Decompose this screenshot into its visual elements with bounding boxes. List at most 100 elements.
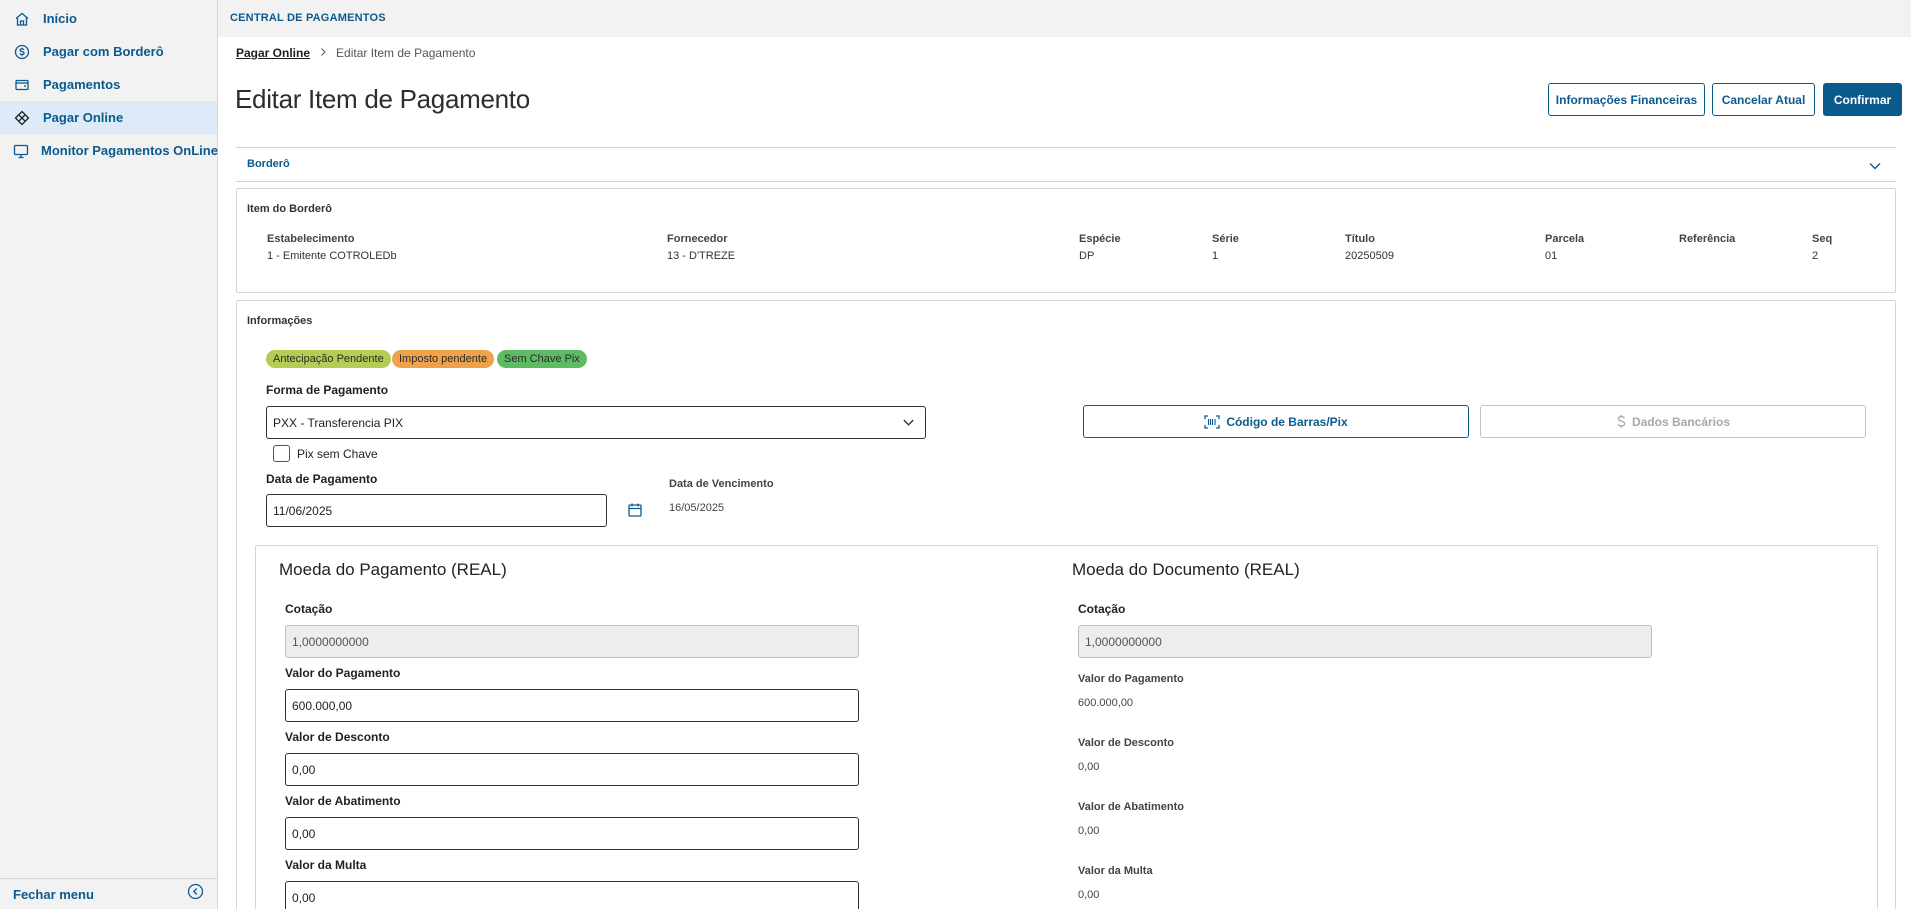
sidebar-item-pagamentos[interactable]: Pagamentos bbox=[0, 68, 217, 101]
valor-multa-value: 0,00 bbox=[292, 890, 316, 905]
sidebar-item-monitor-pagamentos[interactable]: Monitor Pagamentos OnLine bbox=[0, 134, 218, 167]
valor-desconto-label: Valor de Desconto bbox=[285, 730, 390, 744]
doc-valor-desconto-value: 0,00 bbox=[1078, 761, 1100, 773]
app-title: CENTRAL DE PAGAMENTOS bbox=[230, 12, 386, 24]
codigo-barras-pix-button[interactable]: Código de Barras/Pix bbox=[1083, 405, 1469, 438]
valor-multa-label: Valor da Multa bbox=[285, 858, 367, 872]
status-badge-imposto: Imposto pendente bbox=[392, 350, 495, 368]
cancel-current-button[interactable]: Cancelar Atual bbox=[1712, 83, 1815, 116]
cotacao-documento-value: 1,0000000000 bbox=[1085, 634, 1162, 649]
pix-icon bbox=[13, 109, 31, 127]
valor-abatimento-value: 0,00 bbox=[292, 826, 316, 841]
confirm-button[interactable]: Confirmar bbox=[1823, 83, 1902, 116]
forma-pagamento-label: Forma de Pagamento bbox=[266, 383, 389, 397]
sidebar-item-label: Pagar Online bbox=[43, 110, 124, 125]
calendar-icon[interactable] bbox=[627, 502, 643, 523]
column-header: Seq bbox=[1812, 233, 1833, 245]
column-value: 20250509 bbox=[1345, 250, 1394, 262]
bordero-accordion[interactable]: Borderô bbox=[236, 147, 1896, 182]
chevron-left-circle-icon bbox=[187, 883, 204, 905]
cotacao-pagamento-input: 1,0000000000 bbox=[285, 625, 859, 658]
sidebar-item-label: Pagar com Borderô bbox=[43, 44, 164, 59]
data-pagamento-value: 11/06/2025 bbox=[273, 503, 333, 518]
valor-desconto-value: 0,00 bbox=[292, 762, 316, 777]
data-pagamento-label: Data de Pagamento bbox=[266, 472, 378, 486]
column-header: Espécie bbox=[1079, 233, 1121, 245]
column-value: 2 bbox=[1812, 250, 1819, 262]
valor-abatimento-input[interactable]: 0,00 bbox=[285, 817, 859, 850]
breadcrumb-link-pagar-online[interactable]: Pagar Online bbox=[236, 46, 310, 60]
doc-valor-abatimento-value: 0,00 bbox=[1078, 825, 1100, 837]
dollar-icon bbox=[1616, 414, 1626, 430]
doc-valor-abatimento-label: Valor de Abatimento bbox=[1078, 801, 1184, 813]
cotacao-pagamento-label: Cotação bbox=[285, 602, 333, 616]
column-header: Série bbox=[1212, 233, 1239, 245]
financial-info-button[interactable]: Informações Financeiras bbox=[1548, 83, 1705, 116]
forma-pagamento-select[interactable]: PXX - Transferencia PIX bbox=[266, 406, 926, 439]
sidebar: Início Pagar com Borderô Pagamentos Paga… bbox=[0, 0, 218, 909]
chevron-right-icon bbox=[319, 46, 327, 60]
monitor-icon bbox=[13, 142, 29, 160]
doc-valor-pagamento-value: 600.000,00 bbox=[1078, 697, 1134, 709]
pix-sem-chave-checkbox[interactable] bbox=[273, 445, 290, 462]
column-header: Referência bbox=[1679, 233, 1736, 245]
column-value: 1 - Emitente COTROLEDb bbox=[267, 250, 397, 262]
doc-valor-multa-label: Valor da Multa bbox=[1078, 865, 1153, 877]
valor-pagamento-input[interactable]: 600.000,00 bbox=[285, 689, 859, 722]
valor-multa-input[interactable]: 0,00 bbox=[285, 881, 859, 909]
column-header: Título bbox=[1345, 233, 1375, 245]
sidebar-item-label: Início bbox=[43, 11, 77, 26]
column-value: 1 bbox=[1212, 250, 1219, 262]
valor-desconto-input[interactable]: 0,00 bbox=[285, 753, 859, 786]
valor-pagamento-label: Valor do Pagamento bbox=[285, 666, 401, 680]
bordero-accordion-label: Borderô bbox=[247, 158, 290, 170]
cotacao-documento-input: 1,0000000000 bbox=[1078, 625, 1652, 658]
column-header: Estabelecimento bbox=[267, 233, 355, 245]
home-icon bbox=[13, 10, 31, 28]
moeda-documento-title: Moeda do Documento (REAL) bbox=[1072, 560, 1300, 579]
data-vencimento-label: Data de Vencimento bbox=[669, 478, 774, 490]
pix-sem-chave-label: Pix sem Chave bbox=[297, 447, 378, 461]
doc-valor-multa-value: 0,00 bbox=[1078, 889, 1100, 901]
cotacao-documento-label: Cotação bbox=[1078, 602, 1126, 616]
app-root: Início Pagar com Borderô Pagamentos Paga… bbox=[0, 0, 1911, 909]
sidebar-item-inicio[interactable]: Início bbox=[0, 2, 217, 35]
breadcrumb-current: Editar Item de Pagamento bbox=[336, 46, 476, 60]
page-title: Editar Item de Pagamento bbox=[235, 84, 530, 114]
dollar-circle-icon bbox=[13, 43, 31, 61]
chevron-down-icon bbox=[902, 416, 915, 432]
item-bordero-title: Item do Borderô bbox=[247, 203, 332, 215]
chevron-down-icon[interactable] bbox=[1868, 159, 1882, 178]
informacoes-title: Informações bbox=[247, 315, 313, 327]
data-vencimento-value: 16/05/2025 bbox=[669, 502, 725, 514]
doc-valor-pagamento-label: Valor do Pagamento bbox=[1078, 673, 1184, 685]
moeda-pagamento-title: Moeda do Pagamento (REAL) bbox=[279, 560, 507, 579]
dados-bancarios-label: Dados Bancários bbox=[1631, 414, 1731, 429]
cotacao-pagamento-value: 1,0000000000 bbox=[292, 634, 369, 649]
breadcrumb: Pagar Online Editar Item de Pagamento bbox=[236, 46, 475, 60]
column-value: 01 bbox=[1545, 250, 1558, 262]
item-bordero-panel: Item do Borderô Estabelecimento 1 - Emit… bbox=[236, 188, 1896, 293]
column-header: Fornecedor bbox=[667, 233, 728, 245]
valor-pagamento-value: 600.000,00 bbox=[292, 698, 353, 713]
sidebar-item-pagar-com-bordero[interactable]: Pagar com Borderô bbox=[0, 35, 217, 68]
valor-abatimento-label: Valor de Abatimento bbox=[285, 794, 401, 808]
forma-pagamento-value: PXX - Transferencia PIX bbox=[273, 415, 404, 430]
close-menu-button[interactable]: Fechar menu bbox=[0, 878, 217, 909]
codigo-barras-label: Código de Barras/Pix bbox=[1226, 414, 1348, 429]
column-value: DP bbox=[1079, 250, 1095, 262]
top-bar: CENTRAL DE PAGAMENTOS bbox=[218, 0, 1911, 37]
status-badge-antecipacao: Antecipação Pendente bbox=[266, 350, 391, 368]
wallet-icon bbox=[13, 76, 31, 94]
column-header: Parcela bbox=[1545, 233, 1585, 245]
sidebar-item-label: Monitor Pagamentos OnLine bbox=[41, 143, 218, 158]
doc-valor-desconto-label: Valor de Desconto bbox=[1078, 737, 1174, 749]
dados-bancarios-button[interactable]: Dados Bancários bbox=[1480, 405, 1866, 438]
sidebar-item-pagar-online[interactable]: Pagar Online bbox=[0, 101, 217, 134]
column-value: 13 - D'TREZE bbox=[667, 250, 736, 262]
data-pagamento-input[interactable]: 11/06/2025 bbox=[266, 494, 607, 527]
barcode-scan-icon bbox=[1204, 414, 1220, 429]
moedas-container bbox=[255, 545, 1878, 909]
close-menu-label: Fechar menu bbox=[13, 886, 94, 902]
status-badge-sem-chave-pix: Sem Chave Pix bbox=[497, 350, 587, 368]
